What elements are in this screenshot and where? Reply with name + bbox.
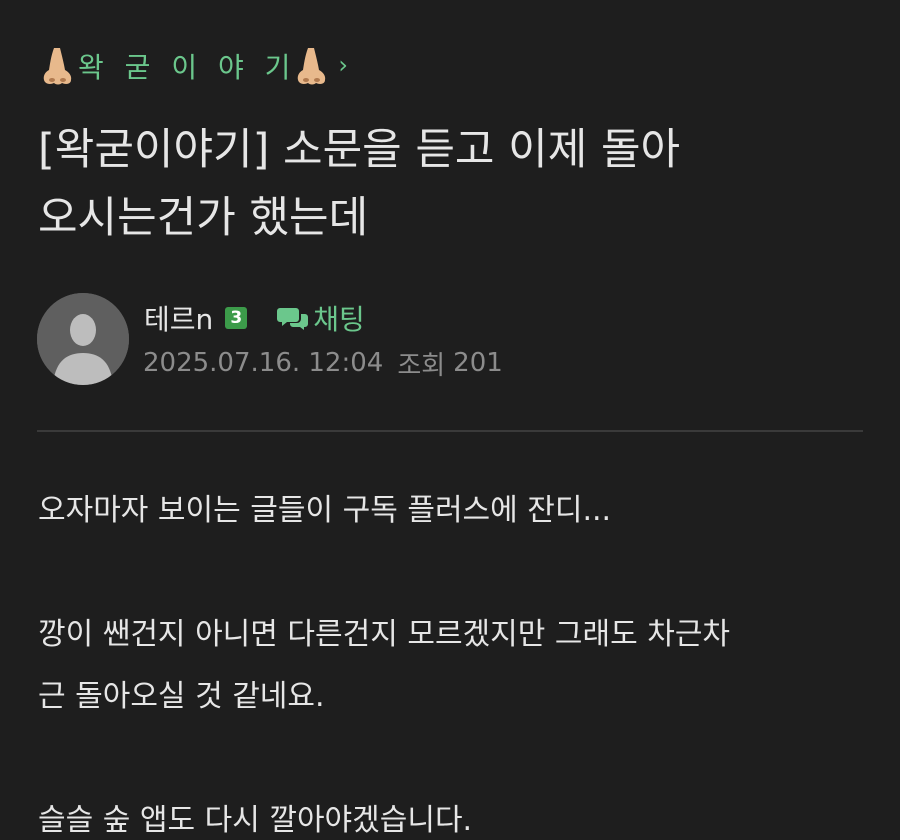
post-title-line-2: 오시는건가 했는데 (38, 193, 369, 243)
body-paragraph: 오자마자 보이는 글들이 구독 플러스에 잔디... (38, 493, 612, 528)
chevron-right-icon: › (338, 51, 349, 79)
chat-bubbles-icon (277, 308, 309, 330)
body-paragraph: 근 돌아오실 것 같네요. (38, 679, 325, 714)
chat-button[interactable]: 채팅 (277, 298, 365, 338)
default-user-avatar-icon (37, 293, 129, 385)
chat-label: 채팅 (313, 303, 365, 336)
author-name[interactable]: 테르n (144, 298, 213, 338)
views-label: 조회 (397, 350, 446, 381)
views-count: 201 (453, 348, 503, 378)
nose-emoji-icon (43, 48, 72, 85)
divider (37, 430, 863, 432)
nose-emoji-icon (298, 48, 326, 85)
body-paragraph: 슬슬 숲 앱도 다시 깔아야겠습니다. (38, 803, 473, 838)
level-badge: 3 (225, 307, 248, 329)
author-avatar[interactable] (37, 293, 129, 385)
post-title-line-1: [왁굳이야기] 소문을 듣고 이제 돌아 (38, 125, 681, 175)
post-meta: 2025.07.16. 12:04 조회 201 (143, 343, 503, 383)
author-row: 테르n 3 채팅 (144, 296, 365, 340)
post-title: [왁굳이야기] 소문을 듣고 이제 돌아 오시는건가 했는데 (38, 116, 868, 252)
post-page: 왁 굳 이 야 기 › [왁굳이야기] 소문을 듣고 이제 돌아 오시는건가 했… (0, 0, 900, 840)
category-link[interactable]: 왁 굳 이 야 기 › (40, 44, 348, 88)
post-body: 오자마자 보이는 글들이 구독 플러스에 잔디... 깡이 쌘건지 아니면 다른… (38, 480, 868, 840)
category-label: 왁 굳 이 야 기 (78, 51, 297, 84)
body-paragraph: 깡이 쌘건지 아니면 다른건지 모르겠지만 그래도 차근차 (38, 617, 731, 652)
post-date: 2025.07.16. 12:04 (143, 348, 384, 378)
